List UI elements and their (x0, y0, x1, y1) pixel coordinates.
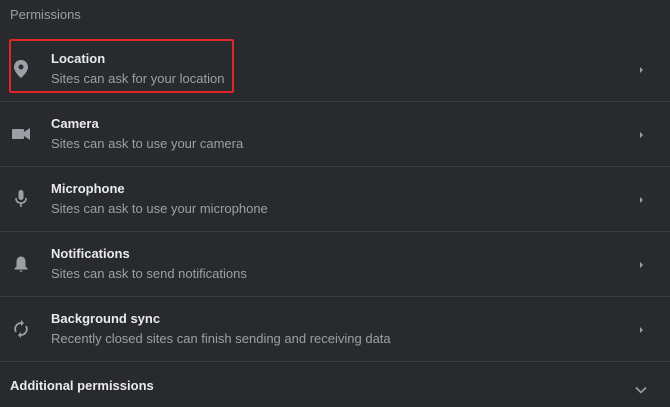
location-pin-icon (10, 58, 32, 80)
permission-label: Microphone (51, 181, 125, 196)
permission-description: Sites can ask to use your camera (51, 136, 244, 151)
additional-permissions-label: Additional permissions (10, 378, 154, 393)
permission-description: Sites can ask to send notifications (51, 266, 247, 281)
chevron-down-icon (635, 381, 647, 394)
bell-icon (10, 253, 32, 275)
permissions-page: Permissions Location Sites can ask for y… (0, 0, 670, 407)
chevron-right-icon (638, 323, 646, 335)
sync-icon (10, 318, 32, 340)
permissions-list: Location Sites can ask for your location… (0, 37, 670, 362)
permission-description: Sites can ask for your location (51, 71, 225, 86)
permission-item-camera[interactable]: Camera Sites can ask to use your camera (0, 102, 670, 167)
microphone-icon (10, 188, 32, 210)
permission-label: Camera (51, 116, 99, 131)
section-title: Permissions (10, 7, 81, 22)
additional-permissions-toggle[interactable]: Additional permissions (0, 362, 670, 407)
permission-label: Location (51, 51, 106, 66)
permission-label: Background sync (51, 311, 161, 326)
chevron-right-icon (638, 193, 646, 205)
permission-item-microphone[interactable]: Microphone Sites can ask to use your mic… (0, 167, 670, 232)
chevron-right-icon (638, 63, 646, 75)
permission-label: Notifications (51, 246, 130, 261)
permission-item-background-sync[interactable]: Background sync Recently closed sites ca… (0, 297, 670, 362)
chevron-right-icon (638, 128, 646, 140)
permission-item-location[interactable]: Location Sites can ask for your location (0, 37, 670, 102)
permission-description: Recently closed sites can finish sending… (51, 331, 391, 346)
camera-icon (10, 123, 32, 145)
permission-description: Sites can ask to use your microphone (51, 201, 268, 216)
chevron-right-icon (638, 258, 646, 270)
permission-item-notifications[interactable]: Notifications Sites can ask to send noti… (0, 232, 670, 297)
